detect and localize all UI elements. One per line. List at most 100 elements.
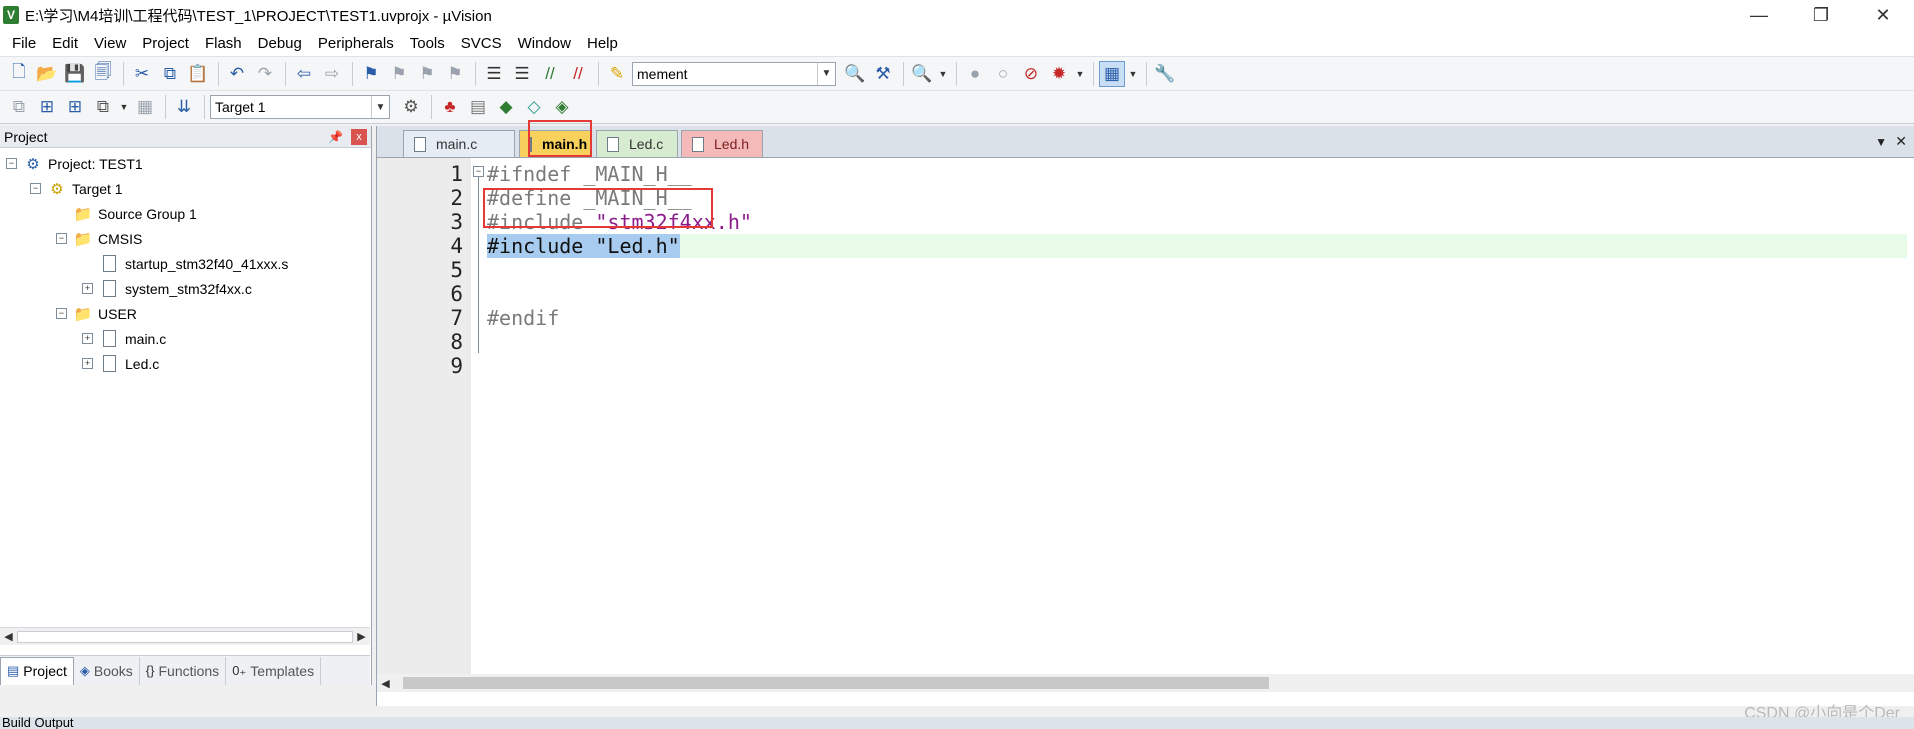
menu-svcs[interactable]: SVCS bbox=[453, 35, 510, 52]
find-in-files-icon[interactable]: ✎ bbox=[604, 61, 630, 87]
scrollbar-thumb[interactable] bbox=[403, 677, 1269, 689]
scroll-left-icon[interactable]: ◀ bbox=[377, 677, 394, 690]
tree-item-system-file[interactable]: + system_stm32f4xx.c bbox=[0, 276, 371, 301]
chevron-down-icon[interactable]: ▼ bbox=[937, 61, 949, 87]
project-horizontal-scrollbar[interactable]: ◀ ▶ bbox=[0, 627, 370, 645]
save-all-icon[interactable]: 🗐 bbox=[90, 61, 116, 87]
next-bookmark-icon[interactable]: ⚑ bbox=[414, 61, 440, 87]
cut-icon[interactable]: ✂ bbox=[129, 61, 155, 87]
menu-flash[interactable]: Flash bbox=[197, 35, 250, 52]
tab-main-c[interactable]: main.c bbox=[403, 130, 515, 157]
scroll-left-icon[interactable]: ◀ bbox=[0, 630, 17, 643]
collapse-icon[interactable]: − bbox=[56, 308, 67, 319]
close-tab-icon[interactable]: ✕ bbox=[1895, 133, 1907, 150]
minimize-button[interactable]: — bbox=[1728, 0, 1790, 30]
file-extensions-icon[interactable]: ♣ bbox=[437, 94, 463, 120]
collapse-icon[interactable]: − bbox=[30, 183, 41, 194]
tab-label: Functions bbox=[158, 662, 220, 679]
bookmark-icon[interactable]: ⚑ bbox=[358, 61, 384, 87]
translate-icon[interactable]: ⧉ bbox=[6, 94, 32, 120]
run-time-environment-icon[interactable]: ◈ bbox=[549, 94, 575, 120]
build-icon[interactable]: ⊞ bbox=[34, 94, 60, 120]
close-button[interactable]: ✕ bbox=[1852, 0, 1914, 30]
window-layout-icon[interactable]: ▦ bbox=[1099, 60, 1125, 87]
expand-icon[interactable]: + bbox=[82, 283, 93, 294]
clear-bookmarks-icon[interactable]: ⚑ bbox=[442, 61, 468, 87]
uncomment-icon[interactable]: // bbox=[565, 61, 591, 87]
tree-item-startup-file[interactable]: startup_stm32f40_41xxx.s bbox=[0, 251, 371, 276]
tab-books[interactable]: ◈ Books bbox=[74, 656, 140, 685]
tree-item-led-c[interactable]: + Led.c bbox=[0, 351, 371, 376]
restore-button[interactable]: ❐ bbox=[1790, 0, 1852, 30]
target-options-icon[interactable]: ⚙ bbox=[398, 94, 424, 120]
expand-icon[interactable]: + bbox=[82, 333, 93, 344]
indent-icon[interactable]: ☰ bbox=[481, 61, 507, 87]
expand-icon[interactable]: + bbox=[82, 358, 93, 369]
chevron-down-icon[interactable]: ▼ bbox=[1127, 61, 1139, 87]
stop-build-icon[interactable]: ▦ bbox=[132, 94, 158, 120]
target-select[interactable]: Target 1 ▼ bbox=[210, 95, 390, 119]
breakpoint-icon[interactable]: ● bbox=[962, 61, 988, 87]
wrench-icon[interactable]: 🔧 bbox=[1152, 61, 1178, 87]
tree-item-project[interactable]: − ⚙ Project: TEST1 bbox=[0, 151, 371, 176]
fold-toggle-icon[interactable]: − bbox=[473, 166, 484, 177]
tab-functions[interactable]: {} Functions bbox=[140, 656, 227, 685]
tab-templates[interactable]: 0₊ Templates bbox=[226, 656, 322, 685]
select-pack-icon[interactable]: ◆ bbox=[493, 94, 519, 120]
debug-session-icon[interactable]: 🔍 bbox=[909, 61, 935, 87]
menu-edit[interactable]: Edit bbox=[44, 35, 86, 52]
menu-window[interactable]: Window bbox=[510, 35, 579, 52]
pack-installer-icon[interactable]: ◇ bbox=[521, 94, 547, 120]
menu-project[interactable]: Project bbox=[134, 35, 197, 52]
paste-icon[interactable]: 📋 bbox=[185, 61, 211, 87]
navigate-back-icon[interactable]: ⇦ bbox=[291, 61, 317, 87]
tab-project[interactable]: ▤ Project bbox=[0, 656, 74, 685]
redo-icon[interactable]: ↷ bbox=[252, 61, 278, 87]
find-icon[interactable]: 🔍 bbox=[842, 61, 868, 87]
tree-item-target[interactable]: − ⚙ Target 1 bbox=[0, 176, 371, 201]
menu-debug[interactable]: Debug bbox=[250, 35, 310, 52]
toolbar-separator bbox=[431, 95, 432, 119]
disable-breakpoint-icon[interactable]: ○ bbox=[990, 61, 1016, 87]
rebuild-icon[interactable]: ⊞ bbox=[62, 94, 88, 120]
prev-bookmark-icon[interactable]: ⚑ bbox=[386, 61, 412, 87]
chevron-down-icon[interactable]: ▼ bbox=[817, 62, 835, 85]
collapse-icon[interactable]: − bbox=[56, 233, 67, 244]
menu-tools[interactable]: Tools bbox=[402, 35, 453, 52]
open-file-icon[interactable]: 📂 bbox=[34, 61, 60, 87]
copy-icon[interactable]: ⧉ bbox=[157, 61, 183, 87]
manage-components-icon[interactable]: ▤ bbox=[465, 94, 491, 120]
menu-file[interactable]: File bbox=[4, 35, 44, 52]
comment-icon[interactable]: // bbox=[537, 61, 563, 87]
download-load-icon[interactable]: ⇊ bbox=[171, 94, 197, 120]
editor-horizontal-scrollbar[interactable]: ◀ bbox=[377, 674, 1914, 692]
unindent-icon[interactable]: ☰ bbox=[509, 61, 535, 87]
navigate-forward-icon[interactable]: ⇨ bbox=[319, 61, 345, 87]
menu-view[interactable]: View bbox=[86, 35, 134, 52]
scrollbar-thumb[interactable] bbox=[17, 631, 353, 643]
tree-item-source-group[interactable]: 📁 Source Group 1 bbox=[0, 201, 371, 226]
kill-breakpoints-icon[interactable]: ⊘ bbox=[1018, 61, 1044, 87]
chevron-down-icon[interactable]: ▼ bbox=[1074, 61, 1086, 87]
new-file-icon[interactable]: 🗋 bbox=[6, 61, 32, 87]
configure-icon[interactable]: ✹ bbox=[1046, 61, 1072, 87]
pin-icon[interactable]: 📌 bbox=[328, 130, 343, 144]
chevron-down-icon[interactable]: ▼ bbox=[118, 94, 130, 120]
menu-peripherals[interactable]: Peripherals bbox=[310, 35, 402, 52]
tab-list-dropdown-icon[interactable]: ▼ bbox=[1875, 135, 1887, 149]
tab-led-c[interactable]: Led.c bbox=[596, 130, 678, 157]
batch-build-icon[interactable]: ⧉ bbox=[90, 94, 116, 120]
chevron-down-icon[interactable]: ▼ bbox=[371, 96, 389, 118]
menu-help[interactable]: Help bbox=[579, 35, 626, 52]
undo-icon[interactable]: ↶ bbox=[224, 61, 250, 87]
close-panel-button[interactable]: x bbox=[351, 128, 367, 145]
tree-item-cmsis[interactable]: − 📁 CMSIS bbox=[0, 226, 371, 251]
tab-led-h[interactable]: Led.h bbox=[681, 130, 763, 157]
collapse-icon[interactable]: − bbox=[6, 158, 17, 169]
tree-item-user[interactable]: − 📁 USER bbox=[0, 301, 371, 326]
tree-item-main-c[interactable]: + main.c bbox=[0, 326, 371, 351]
scroll-right-icon[interactable]: ▶ bbox=[353, 630, 370, 643]
save-icon[interactable]: 💾 bbox=[62, 61, 88, 87]
incremental-find-icon[interactable]: ⚒ bbox=[870, 61, 896, 87]
find-combo[interactable]: mement ▼ bbox=[632, 61, 836, 86]
